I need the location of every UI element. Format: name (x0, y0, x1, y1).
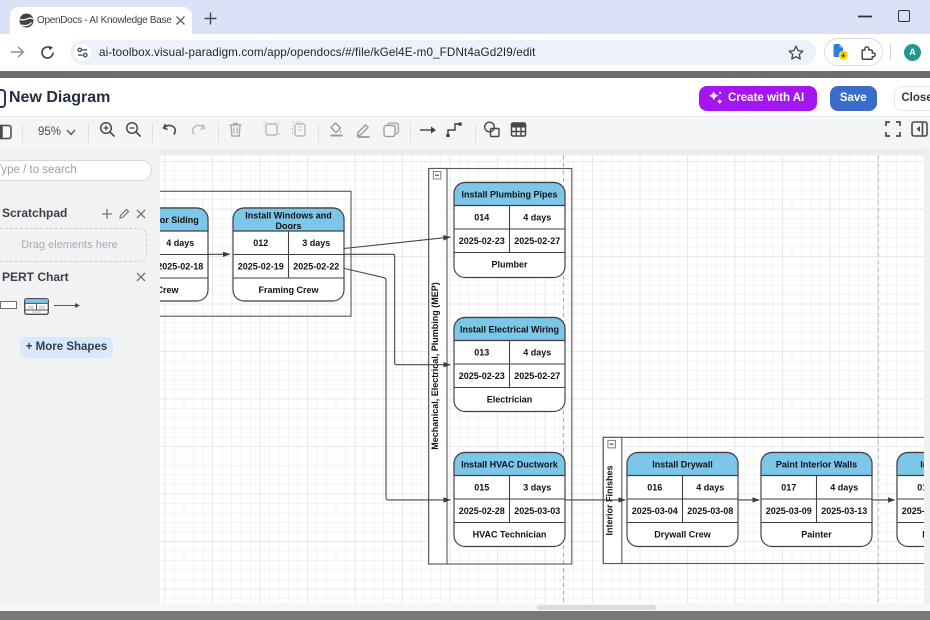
svg-text:013: 013 (474, 347, 489, 357)
svg-text:Install Electrical Wiring: Install Electrical Wiring (460, 324, 559, 334)
svg-text:2025-02-22: 2025-02-22 (293, 261, 339, 271)
svg-text:4 days: 4 days (166, 238, 194, 248)
svg-text:3 days: 3 days (302, 238, 330, 248)
svg-text:Framing Crew: Framing Crew (258, 285, 319, 295)
svg-text:2025-02-18: 2025-02-18 (160, 261, 203, 271)
svg-text:2025-03-09: 2025-03-09 (766, 506, 812, 516)
svg-text:2025-02-27: 2025-02-27 (514, 371, 560, 381)
svg-text:2025-02-27: 2025-02-27 (514, 236, 560, 246)
svg-text:Interior Finishes: Interior Finishes (605, 465, 615, 535)
svg-text:2025-02-28: 2025-02-28 (459, 506, 505, 516)
svg-text:016: 016 (647, 482, 662, 492)
svg-text:4 days: 4 days (523, 212, 551, 222)
svg-text:Mechanical, Electrical, Plumbi: Mechanical, Electrical, Plumbing (MEP) (430, 282, 440, 450)
svg-text:012: 012 (253, 238, 268, 248)
svg-text:2025-02-23: 2025-02-23 (459, 371, 505, 381)
svg-text:HVAC Technician: HVAC Technician (473, 529, 547, 539)
svg-text:2025-02-23: 2025-02-23 (459, 236, 505, 246)
svg-text:4 days: 4 days (523, 347, 551, 357)
svg-text:Drywall Crew: Drywall Crew (654, 529, 712, 539)
svg-text:2025-02-19: 2025-02-19 (238, 261, 284, 271)
svg-text:Install Plumbing Pipes: Install Plumbing Pipes (461, 189, 557, 199)
svg-text:2025-03-03: 2025-03-03 (514, 506, 560, 516)
svg-text:Doors: Doors (275, 221, 301, 231)
svg-text:Install Drywall: Install Drywall (652, 459, 713, 469)
svg-text:Painter: Painter (801, 529, 832, 539)
svg-text:Install Windows and: Install Windows and (245, 210, 331, 220)
svg-text:015: 015 (474, 482, 489, 492)
svg-text:Install Exterior Siding: Install Exterior Siding (160, 215, 199, 225)
svg-text:017: 017 (781, 482, 796, 492)
svg-text:Siding Crew: Siding Crew (160, 285, 179, 295)
svg-text:4 days: 4 days (830, 482, 858, 492)
svg-text:2025-03-04: 2025-03-04 (632, 506, 678, 516)
svg-text:2025-03-13: 2025-03-13 (821, 506, 867, 516)
svg-text:Install HVAC Ductwork: Install HVAC Ductwork (461, 459, 559, 469)
svg-text:Paint Interior Walls: Paint Interior Walls (776, 459, 857, 469)
svg-text:Electrician: Electrician (487, 394, 533, 404)
svg-text:2025-03-08: 2025-03-08 (687, 506, 733, 516)
svg-text:Plumber: Plumber (491, 259, 528, 269)
svg-text:3 days: 3 days (523, 482, 551, 492)
svg-text:014: 014 (474, 212, 489, 222)
svg-text:4 days: 4 days (696, 482, 724, 492)
